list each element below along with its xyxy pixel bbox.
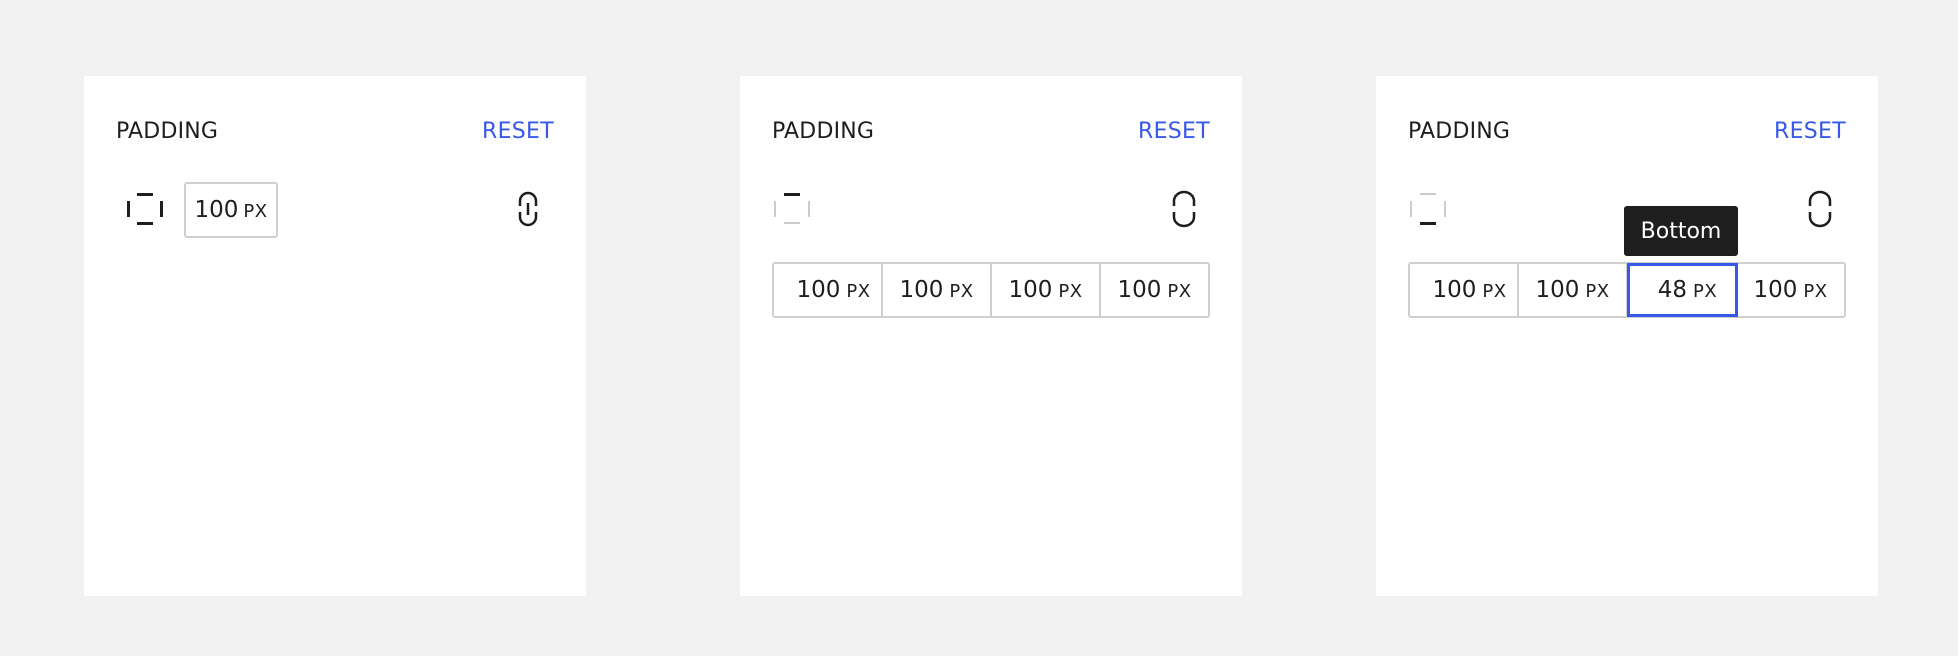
padding-value: 100 bbox=[899, 277, 944, 303]
padding-value: 100 bbox=[1008, 277, 1053, 303]
panel-title: PADDING bbox=[1408, 119, 1511, 144]
padding-top-input[interactable]: 100 PX bbox=[774, 264, 883, 316]
panel-title: PADDING bbox=[772, 119, 875, 144]
unit-label: PX bbox=[1058, 281, 1083, 302]
unit-label: PX bbox=[1803, 281, 1828, 302]
unit-label: PX bbox=[1482, 281, 1507, 302]
unit-label: PX bbox=[846, 281, 871, 302]
panel-header: PADDING RESET bbox=[772, 119, 1210, 149]
padding-value: 100 bbox=[796, 277, 841, 303]
padding-value: 100 bbox=[1535, 277, 1580, 303]
padding-value: 100 bbox=[194, 197, 239, 223]
padding-value: 48 bbox=[1657, 277, 1688, 303]
padding-right-input[interactable]: 100 PX bbox=[883, 264, 992, 316]
padding-sides-inputs: 100 PX 100 PX 48 PX 100 PX bbox=[1408, 262, 1846, 318]
reset-button[interactable]: RESET bbox=[482, 119, 554, 144]
padding-bottom-input[interactable]: 48 PX bbox=[1627, 263, 1738, 317]
unlink-icon[interactable] bbox=[1804, 189, 1836, 229]
padding-left-input[interactable]: 100 PX bbox=[1737, 264, 1844, 316]
padding-panel-unlinked: PADDING RESET 100 PX 100 PX 100 PX 100 P… bbox=[740, 76, 1242, 596]
panel-header: PADDING RESET bbox=[116, 119, 554, 149]
unit-label: PX bbox=[1167, 281, 1192, 302]
unlink-icon[interactable] bbox=[1168, 189, 1200, 229]
reset-button[interactable]: RESET bbox=[1774, 119, 1846, 144]
tooltip: Bottom bbox=[1624, 206, 1738, 256]
padding-value: 100 bbox=[1117, 277, 1162, 303]
unit-label: PX bbox=[949, 281, 974, 302]
padding-panel-linked: PADDING RESET 100 PX bbox=[84, 76, 586, 596]
bottom-side-icon bbox=[1410, 193, 1446, 225]
padding-left-input[interactable]: 100 PX bbox=[1101, 264, 1208, 316]
top-side-icon bbox=[774, 193, 810, 224]
panel-header: PADDING RESET bbox=[1408, 119, 1846, 149]
padding-all-input[interactable]: 100 PX bbox=[184, 182, 278, 238]
link-icon[interactable] bbox=[512, 189, 544, 229]
panel-title: PADDING bbox=[116, 119, 219, 144]
padding-value: 100 bbox=[1432, 277, 1477, 303]
all-sides-icon bbox=[127, 193, 163, 225]
unit-label: PX bbox=[1585, 281, 1610, 302]
padding-sides-inputs: 100 PX 100 PX 100 PX 100 PX bbox=[772, 262, 1210, 318]
padding-value: 100 bbox=[1753, 277, 1798, 303]
padding-right-input[interactable]: 100 PX bbox=[1519, 264, 1628, 316]
padding-panel-focused: PADDING RESET Bottom 100 PX 100 PX 48 PX… bbox=[1376, 76, 1878, 596]
reset-button[interactable]: RESET bbox=[1138, 119, 1210, 144]
unit-label: PX bbox=[243, 201, 268, 222]
padding-top-input[interactable]: 100 PX bbox=[1410, 264, 1519, 316]
unit-label: PX bbox=[1693, 281, 1718, 302]
padding-bottom-input[interactable]: 100 PX bbox=[992, 264, 1101, 316]
